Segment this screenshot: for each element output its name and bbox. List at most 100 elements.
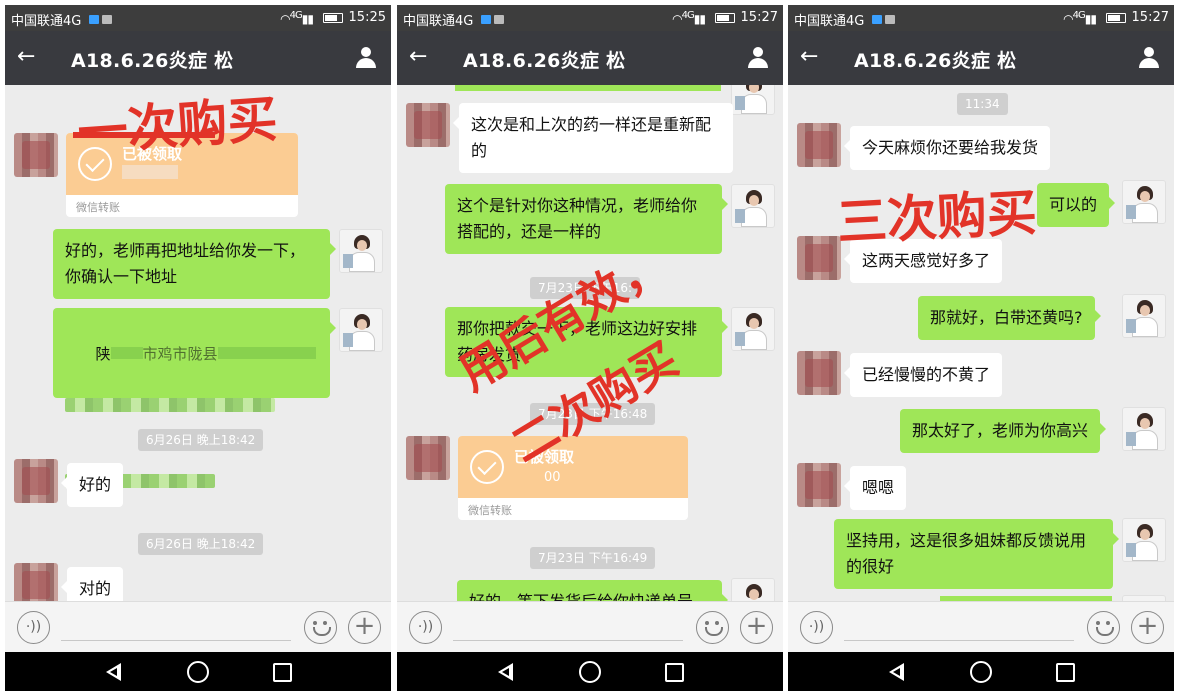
incoming-message[interactable]: 对的 [60,567,124,601]
notification-icons [872,13,898,28]
android-nav-bar [397,652,783,691]
carrier-label: 中国联通4G [403,14,474,29]
image-notification-icon [102,15,112,24]
outgoing-address-message[interactable]: 陕 市鸡市陇县 [53,308,336,488]
outgoing-message[interactable]: 那就好，白带还黄吗? [918,296,1100,340]
image-notification-icon [494,15,504,24]
doctor-avatar[interactable] [731,307,775,351]
doctor-avatar[interactable] [1122,180,1166,224]
incoming-message[interactable]: 今天麻烦你还要给我发货 [843,126,1051,170]
carrier-label: 中国联通4G [11,14,82,29]
image-notification-icon [885,15,895,24]
doctor-avatar[interactable] [731,85,775,115]
message-notification-icon [89,15,99,24]
plus-icon[interactable]: + [348,611,381,644]
transfer-amount-partial: 00 [544,470,561,485]
message-timestamp: 6月26日 晚上18:42 [138,533,264,555]
clock: 15:25 [348,10,386,25]
chat-title: A18.6.26炎症 松 [71,50,234,72]
contact-profile-icon[interactable] [1138,47,1160,69]
network-type-label: 4G [681,10,695,21]
nav-home-icon[interactable] [579,661,601,683]
incoming-message[interactable]: 好的 [60,463,124,507]
chat-header: ← A18.6.26炎症 松 [5,31,391,85]
phone-screen-repeat-purchase: 中国联通4G ◠4G▮▮ 15:27 ← A18.6.26炎症 松 这次是和上次… [397,5,783,691]
android-nav-bar [5,652,391,691]
incoming-message[interactable]: 这次是和上次的药一样还是重新配的 [453,103,733,173]
back-arrow-icon[interactable]: ← [409,45,427,69]
voice-input-icon[interactable]: ·)) [17,611,50,644]
chat-history[interactable]: 11:34 今天麻烦你还要给我发货 可以的 这两天感觉好多了 那就好，白带还黄吗… [788,85,1174,601]
patient-avatar[interactable] [14,563,58,601]
patient-avatar[interactable] [797,463,841,507]
blurred-address-line [65,398,275,412]
nav-recent-apps-icon[interactable] [273,663,292,682]
patient-avatar[interactable] [797,351,841,395]
network-type-label: 4G [1072,10,1086,21]
doctor-avatar[interactable] [339,308,383,352]
carrier-label: 中国联通4G [794,14,865,29]
chat-input-bar: ·)) + [788,601,1174,652]
contact-profile-icon[interactable] [355,47,377,69]
outgoing-message[interactable]: 那太好了，老师为你高兴 [900,409,1107,453]
transfer-type-label: 微信转账 [76,201,120,214]
network-type-label: 4G [289,10,303,21]
back-arrow-icon[interactable]: ← [800,45,818,69]
patient-avatar[interactable] [14,459,58,503]
clock: 15:27 [1131,10,1169,25]
nav-recent-apps-icon[interactable] [665,663,684,682]
status-bar: 中国联通4G ◠4G▮▮ 15:27 [788,5,1174,31]
transfer-amount-blurred [122,165,178,179]
nav-recent-apps-icon[interactable] [1056,663,1075,682]
contact-profile-icon[interactable] [747,47,769,69]
outgoing-message[interactable]: 坚持用，这是很多姐妹都反馈说用的很好 [834,519,1119,589]
battery-icon [715,13,735,23]
doctor-avatar[interactable] [1122,518,1166,562]
chat-title: A18.6.26炎症 松 [854,50,1017,72]
emoji-icon[interactable] [1087,611,1120,644]
nav-home-icon[interactable] [187,661,209,683]
patient-avatar[interactable] [406,103,450,147]
message-input[interactable] [844,640,1074,641]
chat-history[interactable]: 已被领取 微信转账 好的，老师再把地址给你发一下，你确认一下地址 陕市鸡市陇县 … [5,85,391,601]
outgoing-message[interactable]: 可以的 [1037,183,1116,227]
doctor-avatar[interactable] [731,184,775,228]
voice-input-icon[interactable]: ·)) [409,611,442,644]
nav-back-icon[interactable] [103,661,125,683]
patient-avatar[interactable] [797,123,841,167]
message-timestamp: 11:34 [957,93,1008,115]
plus-icon[interactable]: + [740,611,773,644]
doctor-avatar[interactable] [339,229,383,273]
doctor-avatar[interactable] [731,578,775,601]
nav-home-icon[interactable] [970,661,992,683]
emoji-icon[interactable] [696,611,729,644]
outgoing-message[interactable]: 好的，等下发货后给你快递单号 [457,580,728,601]
voice-input-icon[interactable]: ·)) [800,611,833,644]
doctor-avatar[interactable] [1122,294,1166,338]
chat-input-bar: ·)) + [5,601,391,652]
address-prefix: 陕 [95,345,111,363]
address-fragment: 市鸡市陇县 [142,345,218,363]
chat-title: A18.6.26炎症 松 [463,50,626,72]
emoji-icon[interactable] [304,611,337,644]
patient-avatar[interactable] [14,133,58,177]
back-arrow-icon[interactable]: ← [17,45,35,69]
plus-icon[interactable]: + [1131,611,1164,644]
third-purchase-stamp: 三次购买 [835,183,1039,252]
outgoing-message[interactable]: 好的，老师再把地址给你发一下，你确认一下地址 [53,229,336,299]
incoming-message[interactable]: 嗯嗯 [843,466,907,510]
incoming-message[interactable]: 已经慢慢的不黄了 [843,353,1003,397]
nav-back-icon[interactable] [495,661,517,683]
phone-screen-third-purchase: 中国联通4G ◠4G▮▮ 15:27 ← A18.6.26炎症 松 11:34 … [788,5,1174,691]
patient-avatar[interactable] [406,436,450,480]
nav-back-icon[interactable] [886,661,908,683]
outgoing-message[interactable]: 这个是针对你这种情况，老师给你搭配的，还是一样的 [445,184,728,254]
doctor-avatar[interactable] [1122,407,1166,451]
status-bar: 中国联通4G ◠4G▮▮ 15:25 [5,5,391,31]
message-input[interactable] [61,640,291,641]
chat-header: ← A18.6.26炎症 松 [397,31,783,85]
android-nav-bar [788,652,1174,691]
message-input[interactable] [453,640,683,641]
patient-avatar[interactable] [797,236,841,280]
chat-input-bar: ·)) + [397,601,783,652]
